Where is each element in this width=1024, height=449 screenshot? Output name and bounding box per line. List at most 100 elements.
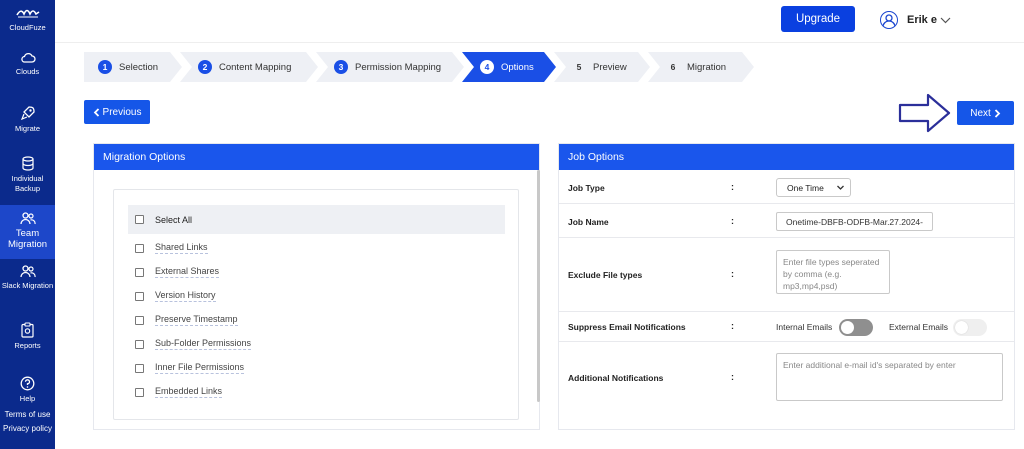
select-all-checkbox[interactable] <box>135 215 144 224</box>
migration-options-panel: Migration Options Select All Shared Link… <box>93 143 540 430</box>
option-preserve-timestamp[interactable]: Preserve Timestamp <box>135 313 238 327</box>
step-label: Preview <box>593 61 627 73</box>
step-options[interactable]: 4 Options <box>462 52 556 82</box>
colon: : <box>731 372 734 382</box>
additional-notifications-label: Additional Notifications <box>568 373 664 383</box>
additional-notifications-row: Additional Notifications : Enter additio… <box>559 342 1014 410</box>
step-label: Migration <box>687 61 727 73</box>
job-options-title: Job Options <box>559 144 1014 170</box>
step-label: Content Mapping <box>219 61 292 73</box>
privacy-link[interactable]: Privacy policy <box>0 424 55 433</box>
option-checkbox[interactable] <box>135 315 144 325</box>
internal-emails-toggle[interactable] <box>839 319 873 336</box>
user-avatar-icon <box>880 11 898 29</box>
job-name-input[interactable]: Onetime-DBFB-ODFB-Mar.27.2024- <box>776 212 933 231</box>
step-content-mapping[interactable]: 2 Content Mapping <box>180 52 318 82</box>
additional-notifications-input[interactable]: Enter additional e-mail id's separated b… <box>776 353 1003 401</box>
header-divider <box>55 42 1024 43</box>
colon: : <box>731 321 734 331</box>
cloud-icon <box>20 52 36 63</box>
migration-options-title: Migration Options <box>94 144 539 170</box>
terms-link[interactable]: Terms of use <box>0 410 55 419</box>
toggle-knob <box>955 321 968 334</box>
next-button[interactable]: Next <box>957 101 1014 125</box>
chevron-down-icon <box>837 185 844 190</box>
select-all-row[interactable]: Select All <box>128 205 505 234</box>
option-label: Preserve Timestamp <box>155 314 238 326</box>
exclude-file-types-input[interactable]: Enter file types seperated by comma (e.g… <box>776 250 890 294</box>
next-label: Next <box>970 107 991 119</box>
sidebar-item-label: Clouds <box>15 67 40 76</box>
cloudfuze-logo-icon <box>15 9 39 18</box>
brand-logo[interactable]: CloudFuze <box>0 6 55 33</box>
option-label: Version History <box>155 290 216 302</box>
job-name-label: Job Name <box>568 217 609 227</box>
step-number: 5 <box>576 62 582 72</box>
job-options-panel: Job Options Job Type : One Time Job Name… <box>558 143 1015 430</box>
option-label: External Shares <box>155 266 220 278</box>
brand-name: CloudFuze <box>9 23 46 32</box>
sidebar-item-label: Migrate <box>14 124 40 133</box>
job-type-label: Job Type <box>568 183 605 193</box>
option-checkbox[interactable] <box>135 339 144 349</box>
option-version-history[interactable]: Version History <box>135 289 216 303</box>
step-migration[interactable]: 6 Migration <box>648 52 754 82</box>
previous-label: Previous <box>102 106 142 118</box>
step-label: Selection <box>119 61 159 73</box>
suppress-email-label: Suppress Email Notifications <box>568 322 686 332</box>
clipboard-icon <box>21 322 34 338</box>
option-checkbox[interactable] <box>135 387 144 397</box>
option-label: Embedded Links <box>155 386 223 398</box>
sidebar-item-reports[interactable]: Reports <box>0 322 55 351</box>
step-permission-mapping[interactable]: 3 Permission Mapping <box>316 52 464 82</box>
step-selection[interactable]: 1 Selection <box>84 52 182 82</box>
option-checkbox[interactable] <box>135 243 144 253</box>
sidebar-item-label: Reports <box>14 341 41 350</box>
option-embedded-links[interactable]: Embedded Links <box>135 385 223 399</box>
sidebar-item-individual-backup[interactable]: Individual Backup <box>0 156 55 194</box>
select-all-label: Select All <box>155 214 193 225</box>
sidebar-item-team-migration[interactable]: Team Migration <box>0 205 55 259</box>
step-label: Permission Mapping <box>355 61 442 73</box>
colon: : <box>731 182 734 192</box>
step-progress: 1 Selection 2 Content Mapping 3 Permissi… <box>84 52 754 82</box>
sidebar-item-help[interactable]: Help <box>0 376 55 404</box>
job-type-select[interactable]: One Time <box>776 178 851 197</box>
job-type-value: One Time <box>787 182 824 193</box>
migration-options-scrollbar[interactable] <box>537 170 540 402</box>
colon: : <box>731 216 734 226</box>
toggle-knob <box>841 321 854 334</box>
option-label: Sub-Folder Permissions <box>155 338 252 350</box>
exclude-file-types-label: Exclude File types <box>568 270 643 280</box>
option-sub-folder-permissions[interactable]: Sub-Folder Permissions <box>135 337 252 351</box>
previous-button[interactable]: Previous <box>84 100 150 124</box>
option-label: Shared Links <box>155 242 208 254</box>
option-checkbox[interactable] <box>135 291 144 301</box>
option-checkbox[interactable] <box>135 363 144 373</box>
sidebar-item-migrate[interactable]: Migrate <box>0 105 55 134</box>
job-type-row: Job Type : One Time <box>559 170 1014 204</box>
external-emails-toggle[interactable] <box>953 319 987 336</box>
option-label: Inner File Permissions <box>155 362 245 374</box>
option-external-shares[interactable]: External Shares <box>135 265 220 279</box>
upgrade-button[interactable]: Upgrade <box>781 6 855 32</box>
user-menu[interactable]: Erik e <box>880 10 951 30</box>
option-shared-links[interactable]: Shared Links <box>135 241 208 255</box>
exclude-file-types-row: Exclude File types : Enter file types se… <box>559 238 1014 312</box>
sidebar: CloudFuze Clouds Migrate Individual Back… <box>0 0 55 449</box>
sidebar-item-clouds[interactable]: Clouds <box>0 52 55 77</box>
chevron-right-icon <box>994 108 1001 118</box>
user-name: Erik e <box>907 14 937 26</box>
option-inner-file-permissions[interactable]: Inner File Permissions <box>135 361 245 375</box>
arrow-right-icon <box>898 93 951 133</box>
sidebar-item-slack-migration[interactable]: Slack Migration <box>0 265 55 291</box>
step-number: 6 <box>670 62 676 72</box>
step-preview[interactable]: 5 Preview <box>554 52 650 82</box>
internal-emails-label: Internal Emails <box>776 322 833 332</box>
sidebar-item-label: Help <box>19 394 36 403</box>
database-icon <box>21 156 34 171</box>
step-number: 3 <box>334 60 348 74</box>
chevron-down-icon <box>940 17 951 23</box>
users-icon <box>19 265 36 278</box>
option-checkbox[interactable] <box>135 267 144 277</box>
